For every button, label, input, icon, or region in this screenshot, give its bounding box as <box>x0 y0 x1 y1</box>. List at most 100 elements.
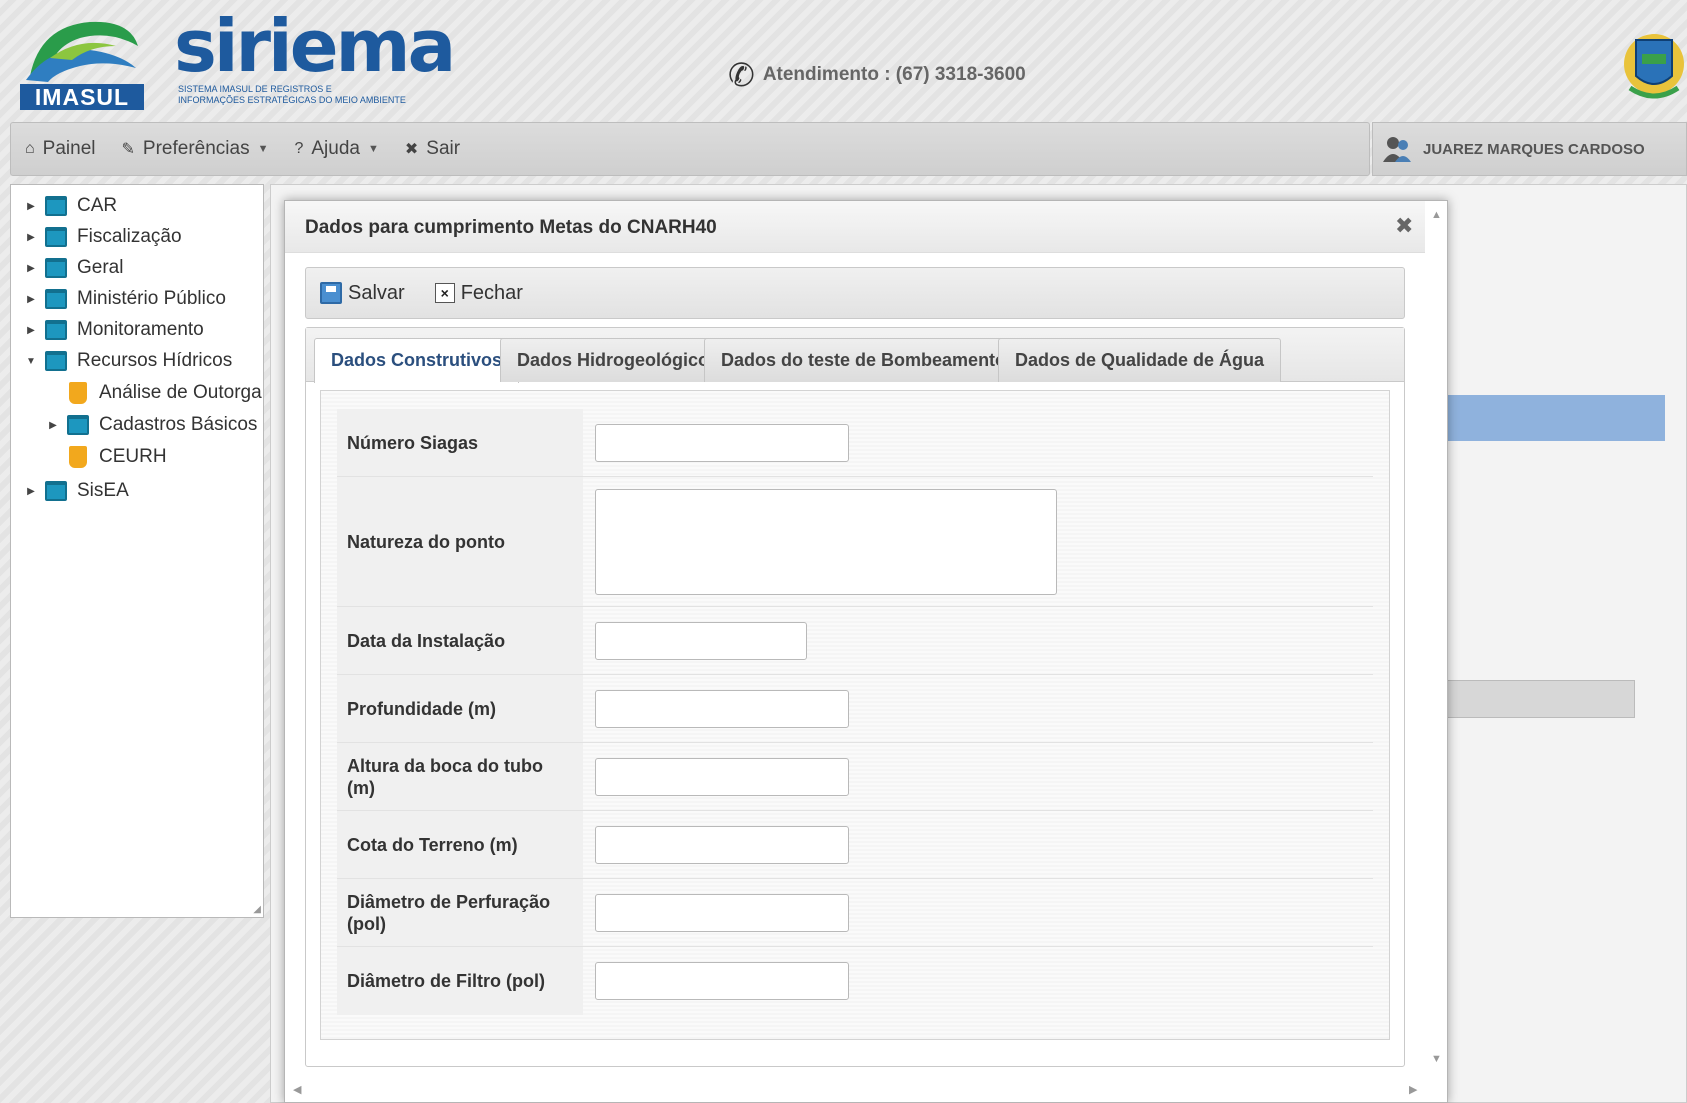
folder-icon <box>45 320 67 340</box>
field-cell <box>583 675 1373 742</box>
field-cell <box>583 607 1373 674</box>
expand-triangle-icon[interactable]: ▶ <box>23 486 39 497</box>
tab-label: Dados de Qualidade de Água <box>1015 350 1265 370</box>
scroll-left-icon[interactable]: ◀ <box>293 1083 301 1096</box>
tab-label: Dados Hidrogeológico <box>517 350 710 370</box>
sidebar-item-label: CEURH <box>99 446 167 467</box>
imasul-logo[interactable]: IMASUL <box>20 16 144 110</box>
diametro-filtro-input[interactable] <box>595 962 849 1000</box>
state-coat-of-arms-icon <box>1622 18 1687 110</box>
cota-terreno-input[interactable] <box>595 825 849 864</box>
data-instalacao-input[interactable] <box>595 621 807 660</box>
sidebar-item-fiscalizacao[interactable]: ▶ Fiscalização <box>23 226 182 248</box>
leaf-icon <box>69 382 87 404</box>
support-phone: ✆ Atendimento : (67) 3318-3600 <box>728 56 1026 94</box>
field-cell <box>583 477 1373 606</box>
menu-sair-label: Sair <box>426 138 461 159</box>
question-icon: ? <box>294 140 304 157</box>
tab-bar: Dados Construtivos Dados Hidrogeológico … <box>306 328 1404 383</box>
dialog-horizontal-scrollbar[interactable]: ◀ ▶ <box>285 1079 1425 1101</box>
save-button-label: Salvar <box>348 281 405 304</box>
dialog-title: Dados para cumprimento Metas do CNARH40 <box>305 217 717 238</box>
menu-sair[interactable]: ✖ Sair <box>405 138 460 160</box>
sidebar-item-ceurh[interactable]: CEURH <box>61 446 167 468</box>
sidebar-item-label: Monitoramento <box>77 319 204 340</box>
field-label: Profundidade (m) <box>337 675 583 742</box>
scroll-up-icon[interactable]: ▲ <box>1431 209 1442 221</box>
expand-triangle-icon[interactable]: ▶ <box>23 294 39 305</box>
tab-dados-qualidade-agua[interactable]: Dados de Qualidade de Água <box>998 338 1282 382</box>
tab-dados-hidrogeologico[interactable]: Dados Hidrogeológico <box>500 338 727 382</box>
close-button-label: Fechar <box>460 281 523 304</box>
form-row: Diâmetro de Filtro (pol) <box>337 947 1373 1015</box>
field-label: Diâmetro de Perfuração (pol) <box>337 879 583 946</box>
tab-panel-dados-construtivos: Número Siagas Natureza do ponto Data da … <box>320 390 1390 1040</box>
sidebar-item-cadastros-basicos[interactable]: ▶ Cadastros Básicos <box>45 414 257 436</box>
dialog-vertical-scrollbar[interactable]: ▲ ▼ <box>1427 201 1447 1081</box>
resize-grip-icon[interactable]: ◢ <box>253 904 261 915</box>
folder-icon <box>45 196 67 216</box>
menu-ajuda-label: Ajuda <box>311 138 360 159</box>
cnarh-dialog: Dados para cumprimento Metas do CNARH40 … <box>284 200 1448 1103</box>
form-row: Data da Instalação <box>337 607 1373 675</box>
sidebar-item-label: Geral <box>77 257 124 278</box>
form-row: Número Siagas <box>337 409 1373 477</box>
natureza-do-ponto-textarea[interactable] <box>595 488 1057 595</box>
save-button[interactable]: Salvar <box>320 282 405 305</box>
leaf-icon <box>69 446 87 468</box>
chevron-down-icon: ▼ <box>367 143 379 155</box>
field-cell <box>583 743 1373 810</box>
sidebar-item-label: CAR <box>77 195 118 216</box>
numero-siagas-input[interactable] <box>595 423 849 462</box>
form-row: Diâmetro de Perfuração (pol) <box>337 879 1373 947</box>
sidebar-item-label: Recursos Hídricos <box>77 350 233 371</box>
dialog-close-icon[interactable]: ✖ <box>1395 213 1413 239</box>
collapse-triangle-icon[interactable]: ▼ <box>23 356 39 367</box>
field-label: Cota do Terreno (m) <box>337 811 583 878</box>
sidebar-item-car[interactable]: ▶ CAR <box>23 195 117 217</box>
user-box[interactable]: JUAREZ MARQUES CARDOSO <box>1372 122 1687 176</box>
field-label: Número Siagas <box>337 409 583 476</box>
diametro-perfuracao-input[interactable] <box>595 893 849 932</box>
menu-preferencias[interactable]: ✎ Preferências ▼ <box>122 138 269 160</box>
folder-icon <box>45 481 67 501</box>
app-subtitle-line1: SISTEMA IMASUL DE REGISTROS E <box>178 84 332 94</box>
sidebar-item-ministerio-publico[interactable]: ▶ Ministério Público <box>23 288 226 310</box>
sidebar-item-label: SisEA <box>77 480 129 501</box>
scroll-right-icon[interactable]: ▶ <box>1409 1083 1417 1096</box>
expand-triangle-icon[interactable]: ▶ <box>23 263 39 274</box>
menu-painel[interactable]: ⌂ Painel <box>25 138 96 160</box>
close-box-icon: × <box>434 283 455 303</box>
tab-dados-teste-bombeamento[interactable]: Dados do teste de Bombeamento <box>704 338 1024 382</box>
background-column-header <box>1440 680 1635 718</box>
users-icon <box>1383 137 1411 162</box>
expand-triangle-icon[interactable]: ▶ <box>45 420 61 431</box>
tab-label: Dados Construtivos <box>331 350 503 370</box>
menu-ajuda[interactable]: ? Ajuda ▼ <box>294 138 378 160</box>
phone-text: Atendimento : (67) 3318-3600 <box>762 64 1026 85</box>
folder-icon <box>45 289 67 309</box>
sidebar-item-geral[interactable]: ▶ Geral <box>23 257 123 279</box>
dialog-header: Dados para cumprimento Metas do CNARH40 … <box>285 201 1425 253</box>
profundidade-input[interactable] <box>595 689 849 728</box>
folder-icon <box>45 258 67 278</box>
sidebar-item-recursos-hidricos[interactable]: ▼ Recursos Hídricos <box>23 350 232 372</box>
sidebar-item-monitoramento[interactable]: ▶ Monitoramento <box>23 319 204 341</box>
dialog-toolbar: Salvar × Fechar <box>305 267 1405 319</box>
altura-boca-tubo-input[interactable] <box>595 757 849 796</box>
tab-dados-construtivos[interactable]: Dados Construtivos <box>314 338 520 383</box>
scroll-down-icon[interactable]: ▼ <box>1431 1053 1442 1065</box>
field-cell <box>583 409 1373 476</box>
home-icon: ⌂ <box>25 140 35 157</box>
menu-painel-label: Painel <box>42 138 96 159</box>
sidebar-item-analise-de-outorga[interactable]: Análise de Outorga <box>61 382 262 404</box>
expand-triangle-icon[interactable]: ▶ <box>23 232 39 243</box>
field-label: Altura da boca do tubo (m) <box>337 743 583 810</box>
sidebar-tree: ▶ CAR ▶ Fiscalização ▶ Geral ▶ Ministéri… <box>10 184 264 918</box>
expand-triangle-icon[interactable]: ▶ <box>23 201 39 212</box>
field-cell <box>583 811 1373 878</box>
expand-triangle-icon[interactable]: ▶ <box>23 325 39 336</box>
sidebar-item-label: Cadastros Básicos <box>99 414 258 435</box>
sidebar-item-sisea[interactable]: ▶ SisEA <box>23 480 129 502</box>
close-button[interactable]: × Fechar <box>434 281 523 305</box>
